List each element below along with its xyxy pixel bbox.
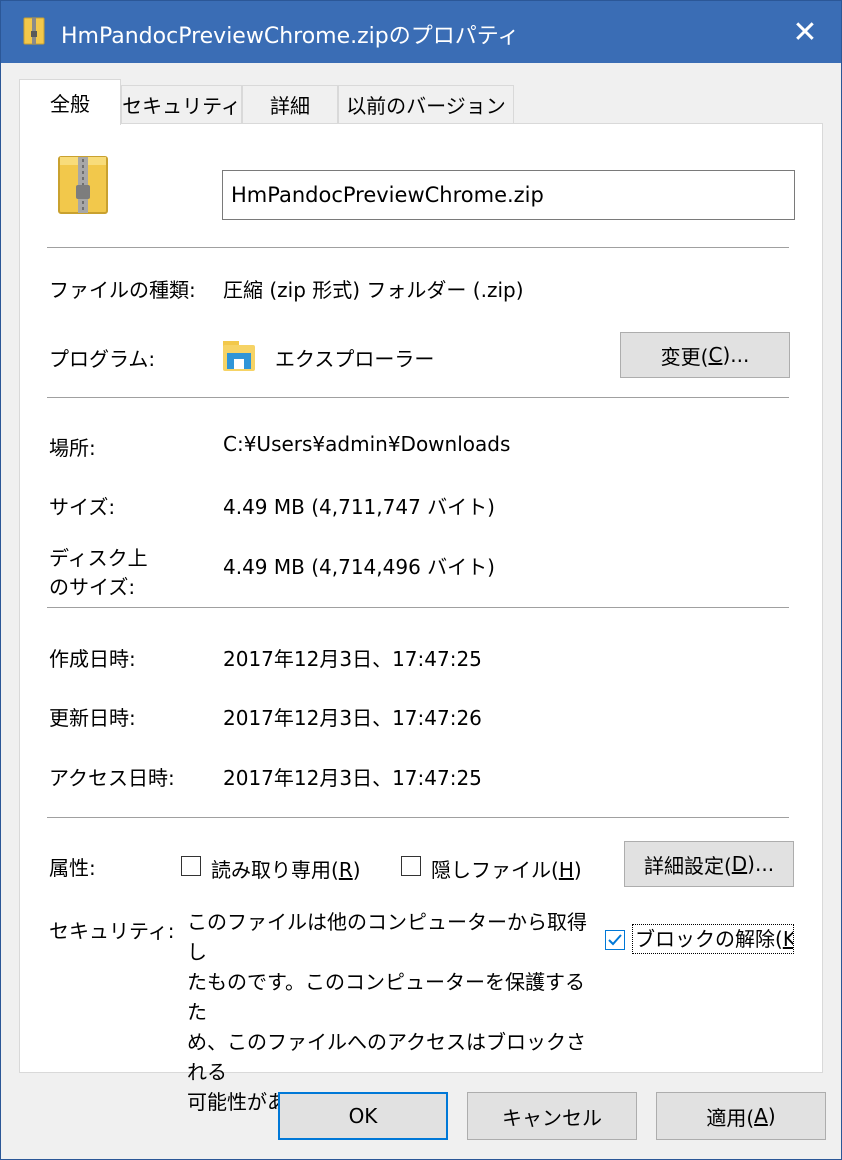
button-label: ): [767, 1104, 776, 1128]
access-key: D: [731, 852, 748, 876]
tab-label: 詳細: [270, 94, 310, 118]
separator: [47, 817, 789, 818]
button-label: )...: [722, 343, 750, 367]
access-key: R: [338, 858, 353, 882]
button-label: 詳細設定(: [643, 853, 732, 878]
disk-size-label-line2: のサイズ:: [49, 575, 136, 599]
separator: [47, 247, 789, 248]
program-label: プログラム:: [49, 347, 156, 371]
checkbox-text: ): [352, 858, 361, 882]
security-message-line: たものです。このコンピューターを保護するた: [187, 970, 585, 1024]
readonly-label[interactable]: 読み取り専用(R): [211, 854, 361, 883]
accessed-value: 2017年12月3日、17:47:25: [223, 766, 482, 790]
readonly-checkbox[interactable]: [181, 856, 201, 876]
attributes-label: 属性:: [49, 856, 96, 880]
checkbox-text: ブロックの解除(: [635, 927, 783, 951]
location-label: 場所:: [49, 436, 96, 460]
modified-value: 2017年12月3日、17:47:26: [223, 706, 482, 730]
tab-general[interactable]: 全般: [19, 79, 121, 125]
cancel-button[interactable]: キャンセル: [467, 1092, 637, 1140]
button-label: OK: [348, 1104, 378, 1128]
window-title: HmPandocPreviewChrome.zipのプロパティ: [61, 24, 520, 49]
file-explorer-icon: [223, 341, 255, 371]
button-label: )...: [747, 852, 775, 876]
title-bar[interactable]: HmPandocPreviewChrome.zipのプロパティ ✕: [1, 1, 841, 63]
advanced-button[interactable]: 詳細設定(D)...: [624, 841, 794, 887]
access-key: K: [783, 927, 793, 951]
unblock-checkbox[interactable]: [605, 930, 625, 950]
zip-folder-icon: [58, 156, 108, 214]
tab-label: 全般: [50, 92, 90, 116]
access-key: A: [754, 1104, 768, 1128]
checkbox-text: 隠しファイル(: [431, 858, 559, 882]
modified-label: 更新日時:: [49, 706, 136, 730]
accessed-label: アクセス日時:: [49, 766, 175, 790]
checkmark-icon: [608, 934, 622, 946]
separator: [47, 607, 789, 608]
file-type-value: 圧縮 (zip 形式) フォルダー (.zip): [223, 278, 524, 302]
access-key: C: [708, 343, 723, 367]
checkbox-text: ): [573, 858, 582, 882]
size-value: 4.49 MB (4,711,747 バイト): [223, 495, 495, 519]
security-label: セキュリティ:: [49, 919, 175, 943]
tab-security[interactable]: セキュリティ: [121, 85, 242, 123]
access-key: H: [558, 858, 574, 882]
hidden-checkbox[interactable]: [401, 856, 421, 876]
close-button[interactable]: ✕: [769, 1, 841, 63]
properties-window: HmPandocPreviewChrome.zipのプロパティ ✕ 全般 セキュ…: [0, 0, 842, 1160]
change-program-button[interactable]: 変更(C)...: [620, 332, 790, 378]
tab-details[interactable]: 詳細: [242, 85, 338, 123]
checkbox-text: 読み取り専用(: [211, 858, 339, 882]
filename-field[interactable]: [222, 170, 795, 220]
security-message-line: め、このファイルへのアクセスはブロックされる: [187, 1030, 586, 1084]
tab-label: セキュリティ: [122, 94, 241, 118]
location-value: C:¥Users¥admin¥Downloads: [223, 432, 511, 456]
security-message-line: このファイルは他のコンピューターから取得し: [187, 910, 587, 964]
separator: [47, 397, 789, 398]
security-message: このファイルは他のコンピューターから取得し たものです。このコンピューターを保護…: [187, 907, 597, 1117]
ok-button[interactable]: OK: [278, 1092, 448, 1140]
size-label: サイズ:: [49, 495, 116, 519]
disk-size-value: 4.49 MB (4,714,496 バイト): [223, 555, 495, 579]
close-icon: ✕: [792, 14, 818, 50]
created-label: 作成日時:: [49, 647, 136, 671]
hidden-label[interactable]: 隠しファイル(H): [431, 854, 582, 883]
tab-previous-versions[interactable]: 以前のバージョン: [338, 85, 514, 123]
button-label: 適用(: [706, 1105, 755, 1130]
tab-label: 以前のバージョン: [346, 94, 506, 118]
program-value: エクスプローラー: [275, 347, 435, 371]
button-label: 変更(: [660, 344, 709, 369]
file-type-label: ファイルの種類:: [49, 278, 196, 302]
button-label: キャンセル: [502, 1105, 602, 1130]
apply-button[interactable]: 適用(A): [656, 1092, 826, 1140]
disk-size-label-line1: ディスク上: [49, 546, 148, 570]
created-value: 2017年12月3日、17:47:25: [223, 647, 482, 671]
unblock-label[interactable]: ブロックの解除(K: [632, 924, 794, 954]
zip-folder-icon: [23, 17, 45, 45]
